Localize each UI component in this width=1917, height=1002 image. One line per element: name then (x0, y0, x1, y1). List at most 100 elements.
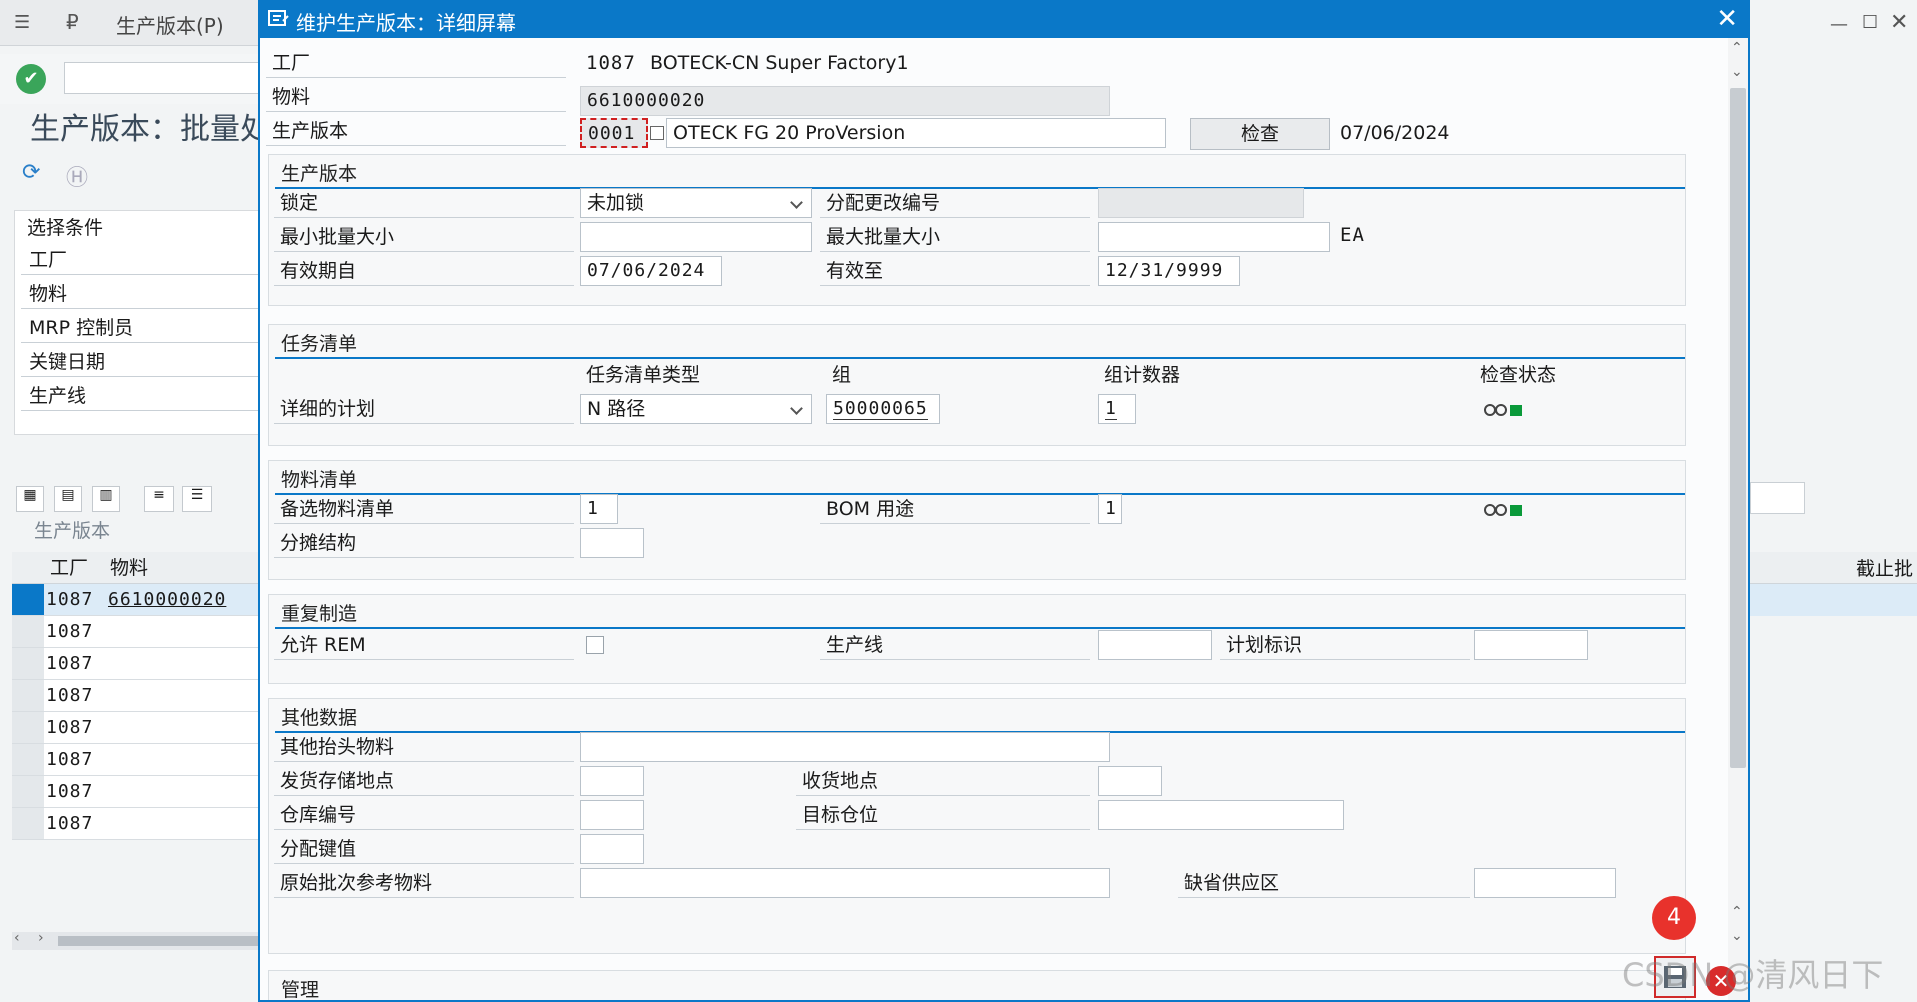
min-lot-field[interactable] (580, 222, 812, 252)
plant-value: 1087 (586, 52, 636, 74)
dist-key-field[interactable] (580, 834, 644, 864)
row-plant: 1087 (46, 685, 94, 706)
issue-sloc-field[interactable] (580, 766, 644, 796)
other-header-material-label: 其他抬头物料 (274, 732, 574, 762)
receiving-point-field[interactable] (1098, 766, 1162, 796)
command-field[interactable] (64, 62, 264, 94)
scrollbar-thumb[interactable] (1730, 88, 1746, 768)
group-field[interactable]: 50000065 (826, 394, 940, 424)
allow-rem-checkbox[interactable] (586, 636, 604, 654)
check-button[interactable]: 检查 (1190, 118, 1330, 150)
change-no-label: 分配更改编号 (820, 188, 1090, 218)
details-icon[interactable]: ▦ (16, 486, 44, 512)
warehouse-no-field[interactable] (580, 800, 644, 830)
sort-desc-icon[interactable]: ▥ (92, 486, 120, 512)
bom-usage-field[interactable]: 1 (1098, 494, 1122, 524)
program-icon[interactable]: ₽ (66, 10, 79, 34)
scroll-right-icon[interactable]: › (38, 930, 44, 946)
version-field[interactable]: 0001 (580, 118, 648, 148)
minimize-icon[interactable]: — (1830, 14, 1848, 35)
group-task-list: 任务清单 (268, 324, 1686, 446)
background-right-area: — ☐ ✕ 截止批 (1750, 0, 1917, 1002)
scroll-up-icon[interactable]: ⌃ (1731, 40, 1743, 56)
bom-usage-label: BOM 用途 (820, 494, 1090, 524)
dest-bin-label: 目标仓位 (796, 800, 1090, 830)
sum-icon[interactable]: ☰ (182, 486, 212, 512)
group-title: 其他数据 (281, 707, 358, 729)
selection-field-material: 物料 (21, 279, 261, 309)
selection-field-plant: 工厂 (21, 245, 261, 275)
issue-sloc-label: 发货存储地点 (274, 766, 574, 796)
lock-label: 锁定 (274, 188, 574, 218)
task-list-type-dropdown[interactable]: N 路径 (580, 394, 812, 424)
valid-from-label: 有效期自 (274, 256, 574, 286)
bom-status-icon (1484, 504, 1524, 518)
maximize-icon[interactable]: ☐ (1862, 12, 1878, 33)
table-row[interactable]: 1087 (12, 648, 262, 680)
horizontal-scrollbar[interactable]: ‹ › (12, 930, 262, 950)
menu-icon[interactable]: ☰ (14, 12, 30, 33)
dest-bin-field[interactable] (1098, 800, 1344, 830)
selection-field-key-date: 关键日期 (21, 347, 261, 377)
scroll-down-bottom-icon[interactable]: ⌄ (1731, 928, 1743, 944)
group-header: 组 (832, 364, 852, 386)
group-title: 重复制造 (281, 603, 358, 625)
valid-from-field[interactable]: 07/06/2024 (580, 256, 722, 286)
plan-id-field[interactable] (1474, 630, 1588, 660)
vertical-scrollbar[interactable]: ⌃ ⌄ ⌃ ⌄ (1728, 38, 1748, 1000)
group-title: 物料清单 (281, 469, 358, 491)
close-icon[interactable]: ✕ (1716, 4, 1738, 34)
table-row[interactable]: 1087 (12, 616, 262, 648)
selection-field-mrp: MRP 控制员 (21, 313, 261, 343)
version-text-field[interactable]: OTECK FG 20 ProVersion (666, 118, 1166, 148)
valid-to-field[interactable]: 12/31/9999 (1098, 256, 1240, 286)
copy-icon[interactable] (650, 126, 664, 140)
row-plant: 1087 (46, 781, 94, 802)
table-header-row: 工厂 物料 (12, 552, 262, 584)
column-cutoff[interactable]: 截止批 (1856, 554, 1913, 581)
max-lot-label: 最大批量大小 (820, 222, 1090, 252)
enter-check-icon[interactable]: ✔ (16, 64, 46, 94)
apportion-field[interactable] (580, 528, 644, 558)
group-counter-field[interactable]: 1 (1098, 394, 1136, 424)
column-material[interactable]: 物料 (110, 552, 148, 584)
other-header-material-field[interactable] (580, 732, 1110, 762)
sort-asc-icon[interactable]: ▤ (54, 486, 82, 512)
alt-bom-field[interactable]: 1 (580, 494, 618, 524)
table-row[interactable]: 1087 (12, 808, 262, 840)
dist-key-label: 分配键值 (274, 834, 574, 864)
scroll-down-icon[interactable]: ⌄ (1731, 64, 1743, 80)
row-plant: 1087 (46, 749, 94, 770)
orig-batch-ref-field[interactable] (580, 868, 1110, 898)
column-plant[interactable]: 工厂 (50, 552, 88, 584)
refresh-icon[interactable]: ⟳ (22, 160, 40, 185)
table-row[interactable]: 1087 6610000020 (12, 584, 262, 616)
material-field: 6610000020 (580, 86, 1110, 116)
supply-area-label: 缺省供应区 (1178, 868, 1470, 898)
table-row[interactable]: 1087 (12, 712, 262, 744)
check-date: 07/06/2024 (1340, 122, 1450, 144)
scroll-left-icon[interactable]: ‹ (14, 930, 20, 946)
check-status-header: 检查状态 (1480, 364, 1557, 386)
lock-dropdown[interactable]: 未加锁 (580, 188, 812, 218)
background-field[interactable] (1750, 482, 1805, 514)
apportion-label: 分摊结构 (274, 528, 574, 558)
right-table-header: 截止批 (1750, 552, 1917, 584)
table-row[interactable]: 1087 (12, 744, 262, 776)
menu-production-version[interactable]: 生产版本(P) (116, 10, 224, 39)
max-lot-field[interactable] (1098, 222, 1330, 252)
filter-icon[interactable]: ≡ (144, 486, 174, 512)
row-plant: 1087 (46, 589, 94, 610)
close-window-icon[interactable]: ✕ (1890, 10, 1908, 35)
change-no-field (1098, 188, 1304, 218)
help-icon[interactable]: Ⓗ (66, 160, 88, 192)
scroll-up-bottom-icon[interactable]: ⌃ (1731, 904, 1743, 920)
table-row[interactable]: 1087 (12, 680, 262, 712)
task-list-status-icon (1484, 404, 1524, 418)
row-material[interactable]: 6610000020 (108, 584, 226, 616)
plan-id-label: 计划标识 (1220, 630, 1470, 660)
supply-area-field[interactable] (1474, 868, 1616, 898)
orig-batch-ref-label: 原始批次参考物料 (274, 868, 574, 898)
prod-line-field[interactable] (1098, 630, 1212, 660)
table-row[interactable]: 1087 (12, 776, 262, 808)
